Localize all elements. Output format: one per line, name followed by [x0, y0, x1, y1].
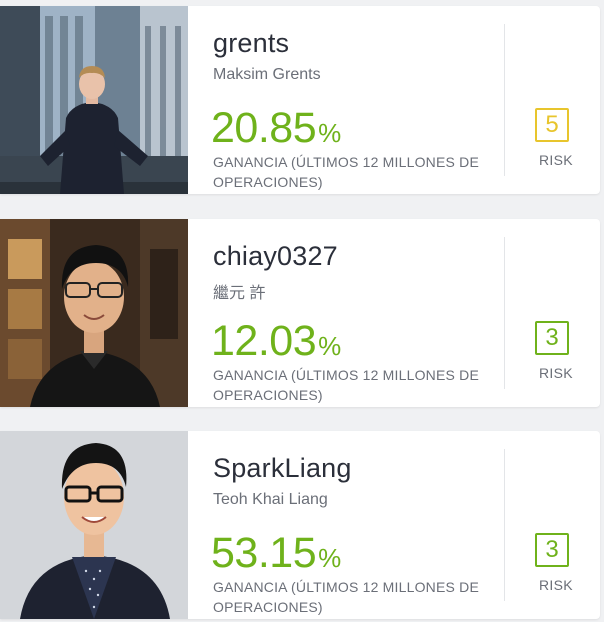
trader-card-sparkliang[interactable]: SparkLiang Teoh Khai Liang 53.15% GANANC… [0, 431, 600, 619]
trader-card-chiay0327[interactable]: chiay0327 繼元 許 12.03% GANANCIA (ÚLTIMOS … [0, 219, 600, 407]
trader-avatar[interactable] [0, 6, 188, 194]
gain-number: 20.85 [211, 104, 317, 152]
divider [504, 237, 505, 389]
gain-value: 53.15% [211, 529, 341, 578]
trader-full-name: Teoh Khai Liang [213, 491, 328, 508]
gain-label: GANANCIA (ÚLTIMOS 12 MILLONES DE OPERACI… [213, 579, 479, 615]
risk-score-badge: 5 [535, 108, 569, 142]
gain-value: 12.03% [211, 317, 341, 366]
risk-score-badge: 3 [535, 321, 569, 355]
divider [504, 24, 505, 176]
trader-full-name: 繼元 許 [213, 285, 266, 302]
trader-username[interactable]: chiay0327 [213, 241, 338, 272]
risk-label: RISK [539, 152, 573, 168]
trader-avatar[interactable] [0, 431, 188, 619]
trader-username[interactable]: SparkLiang [213, 453, 352, 484]
percent-sign: % [318, 331, 341, 361]
gain-value: 20.85% [211, 104, 341, 153]
gain-number: 12.03 [211, 317, 317, 365]
gain-number: 53.15 [211, 529, 317, 577]
gain-label: GANANCIA (ÚLTIMOS 12 MILLONES DE OPERACI… [213, 154, 479, 190]
gain-label: GANANCIA (ÚLTIMOS 12 MILLONES DE OPERACI… [213, 367, 479, 403]
trader-full-name: Maksim Grents [213, 66, 321, 83]
percent-sign: % [318, 543, 341, 573]
risk-score-badge: 3 [535, 533, 569, 567]
trader-username[interactable]: grents [213, 28, 289, 59]
divider [504, 449, 505, 601]
risk-label: RISK [539, 365, 573, 381]
trader-card-grents[interactable]: grents Maksim Grents 20.85% GANANCIA (ÚL… [0, 6, 600, 194]
trader-avatar[interactable] [0, 219, 188, 407]
risk-label: RISK [539, 577, 573, 593]
percent-sign: % [318, 118, 341, 148]
